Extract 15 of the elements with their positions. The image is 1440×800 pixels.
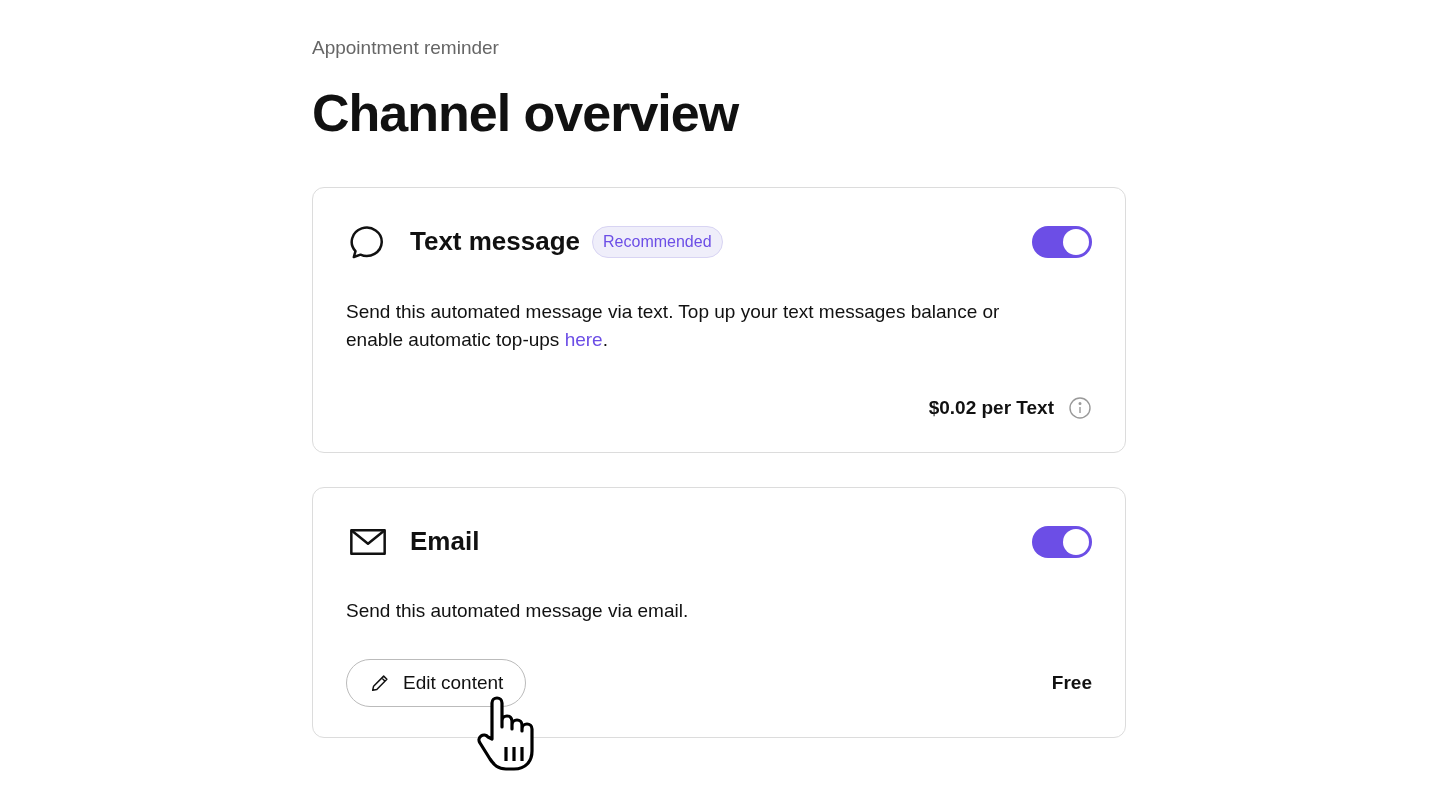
- here-link[interactable]: here: [564, 328, 603, 350]
- price-label: $0.02 per Text: [928, 395, 1054, 420]
- channel-description: Send this automated message via text. Top up your text messages balance or enable automatic top-ups here.: [346, 299, 1001, 352]
- toggle-switch[interactable]: [1032, 225, 1092, 258]
- channel-description: Send this automated message via email.: [346, 599, 690, 623]
- info-icon[interactable]: [1068, 395, 1092, 420]
- recommended-badge: Recommended: [592, 225, 723, 258]
- page-title: Channel overview: [312, 82, 740, 143]
- toggle-switch[interactable]: [1032, 525, 1092, 558]
- breadcrumb: Appointment reminder: [312, 36, 500, 60]
- channel-name: Text message: [410, 225, 581, 258]
- pencil-icon: [369, 672, 391, 694]
- price-label: Free: [1051, 670, 1092, 695]
- channel-name: Email: [410, 525, 480, 558]
- edit-content-button[interactable]: Edit content: [346, 659, 527, 707]
